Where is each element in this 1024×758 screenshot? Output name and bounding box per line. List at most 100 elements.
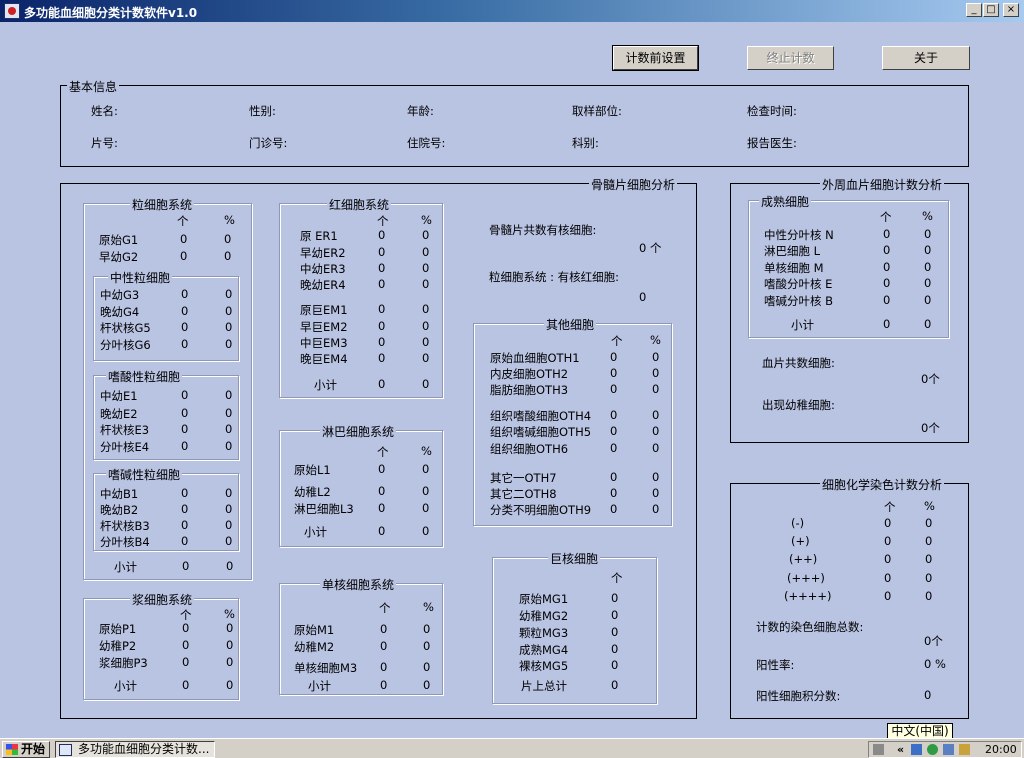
- security-icon[interactable]: [927, 744, 938, 755]
- blood-total-label: 血片共数细胞:: [762, 356, 835, 370]
- row-label: 淋巴细胞 L: [764, 244, 821, 258]
- age-label: 年龄:: [407, 104, 434, 118]
- stain-grade-label: (+): [791, 534, 810, 548]
- row-percent: 0: [925, 571, 933, 585]
- subtotal-count: 0: [182, 559, 190, 573]
- subtotal-label: 小计: [314, 378, 337, 392]
- pre-count-settings-button[interactable]: 计数前设置: [612, 45, 699, 71]
- row-percent: 0: [924, 276, 932, 290]
- count-header: 个: [884, 500, 896, 514]
- positive-rate-label: 阳性率:: [756, 658, 795, 672]
- subtotal-count: 0: [611, 678, 619, 692]
- stain-grade-label: (++): [789, 552, 818, 566]
- count-header: 个: [177, 214, 189, 228]
- stain-grade-label: (-): [791, 516, 805, 530]
- taskbar-app-button[interactable]: 多功能血细胞分类计数...: [55, 741, 215, 758]
- stop-count-button[interactable]: 终止计数: [747, 46, 834, 70]
- row-percent: 0: [652, 441, 660, 455]
- minimize-button[interactable]: _: [966, 3, 982, 17]
- row-count: 0: [883, 243, 891, 257]
- row-percent: 0: [423, 660, 431, 674]
- row-label: 嗜碱分叶核 B: [764, 294, 834, 308]
- row-label: 颗粒MG3: [519, 626, 569, 640]
- subtotal-percent: 0: [422, 377, 430, 391]
- row-percent: 0: [422, 351, 430, 365]
- close-button[interactable]: ×: [1003, 3, 1019, 17]
- row-label: 中幼ER3: [300, 262, 346, 276]
- about-button[interactable]: 关于: [882, 46, 970, 70]
- row-percent: 0: [225, 518, 233, 532]
- row-percent: 0: [652, 486, 660, 500]
- row-label: 其它二OTH8: [490, 487, 557, 501]
- plasma-legend: 浆细胞系统: [130, 591, 195, 608]
- row-percent: 0: [422, 335, 430, 349]
- display-icon[interactable]: [943, 744, 954, 755]
- row-percent: 0: [225, 439, 233, 453]
- megakaryocyte-legend: 巨核细胞: [548, 550, 601, 567]
- row-count: 0: [378, 228, 386, 242]
- blood-analysis-group: 外周血片细胞计数分析 成熟细胞 个 % 中性分叶核 N 0 0 淋巴细胞 L 0…: [730, 176, 969, 443]
- row-percent: 0: [925, 589, 933, 603]
- subtotal-percent: 0: [226, 559, 234, 573]
- basophil-legend: 嗜碱性粒细胞: [106, 466, 183, 483]
- network-icon[interactable]: [911, 744, 922, 755]
- stain-grade-label: (++++): [784, 589, 832, 603]
- row-label: 分叶核B4: [100, 535, 150, 549]
- row-count: 0: [611, 642, 619, 656]
- row-label: 裸核MG5: [519, 659, 569, 673]
- row-count: 0: [181, 337, 189, 351]
- row-count: 0: [884, 589, 892, 603]
- row-label: 组织嗜酸细胞OTH4: [490, 409, 592, 423]
- row-label: 组织嗜碱细胞OTH5: [490, 425, 592, 439]
- percent-header: %: [650, 333, 661, 347]
- row-percent: 0: [422, 484, 430, 498]
- maximize-button[interactable]: □: [983, 3, 999, 17]
- row-label: 原巨EM1: [300, 303, 348, 317]
- row-count: 0: [884, 552, 892, 566]
- row-count: 0: [884, 516, 892, 530]
- marrow-total-value: 0 个: [639, 241, 662, 255]
- row-label: 幼稚MG2: [519, 609, 569, 623]
- row-percent: 0: [422, 277, 430, 291]
- percent-header: %: [421, 444, 432, 458]
- volume-icon[interactable]: [959, 744, 970, 755]
- subtotal-percent: 0: [226, 678, 234, 692]
- gran-ery-ratio-value: 0: [639, 290, 647, 304]
- app-icon[interactable]: [4, 3, 20, 19]
- row-count: 0: [181, 320, 189, 334]
- row-count: 0: [884, 571, 892, 585]
- subtotal-count: 0: [378, 377, 386, 391]
- row-count: 0: [611, 608, 619, 622]
- row-label: 中幼E1: [100, 389, 138, 403]
- row-count: 0: [181, 502, 189, 516]
- row-count: 0: [610, 350, 618, 364]
- row-count: 0: [378, 484, 386, 498]
- row-percent: 0: [225, 337, 233, 351]
- row-count: 0: [884, 534, 892, 548]
- row-percent: 0: [422, 501, 430, 515]
- granulocyte-group: 粒细胞系统 个 % 原始G1 0 0 早幼G2 0 0 中性粒细胞 中幼G3 0…: [83, 196, 252, 580]
- keyboard-icon[interactable]: [873, 744, 884, 755]
- row-count: 0: [883, 260, 891, 274]
- exam-time-label: 检查时间:: [747, 104, 797, 118]
- subtotal-label: 小计: [308, 679, 331, 693]
- row-label: 嗜酸分叶核 E: [764, 277, 833, 291]
- start-button[interactable]: 开始: [2, 741, 50, 758]
- row-percent: 0: [225, 304, 233, 318]
- row-percent: 0: [226, 655, 234, 669]
- row-percent: 0: [652, 424, 660, 438]
- row-percent: 0: [652, 382, 660, 396]
- chevron-left-icon[interactable]: «: [897, 743, 904, 756]
- row-count: 0: [610, 502, 618, 516]
- monocyte-group: 单核细胞系统 个 % 原始M1 0 0 幼稚M2 0 0 单核细胞M3 0 0 …: [279, 576, 443, 695]
- window-title: 多功能血细胞分类计数软件v1.0: [24, 6, 198, 20]
- lymphocyte-legend: 淋巴细胞系统: [320, 423, 397, 440]
- percent-header: %: [421, 213, 432, 227]
- report-doctor-label: 报告医生:: [747, 136, 797, 150]
- row-label: 原 ER1: [300, 229, 338, 243]
- row-count: 0: [182, 638, 190, 652]
- row-label: 原始G1: [99, 233, 139, 247]
- department-label: 科别:: [572, 136, 599, 150]
- stain-total-value: 0个: [924, 634, 943, 648]
- taskbar-app-label: 多功能血细胞分类计数...: [78, 742, 210, 756]
